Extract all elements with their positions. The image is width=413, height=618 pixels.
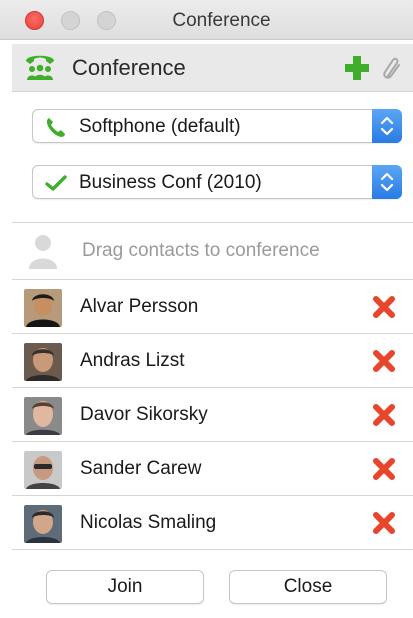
paperclip-icon[interactable] xyxy=(380,54,404,84)
remove-icon[interactable] xyxy=(371,510,397,536)
chevron-updown-icon xyxy=(380,116,394,136)
avatar xyxy=(24,343,62,381)
participant-row[interactable]: Andras Lizst xyxy=(12,334,413,388)
close-button[interactable]: Close xyxy=(229,570,387,604)
remove-icon[interactable] xyxy=(371,348,397,374)
conference-header: Conference xyxy=(12,44,413,92)
conference-window: Conference Conference Softphone (default… xyxy=(0,0,413,618)
participant-row[interactable]: Alvar Persson xyxy=(12,280,413,334)
drag-hint: Drag contacts to conference xyxy=(82,240,320,261)
remove-icon[interactable] xyxy=(371,402,397,428)
remove-icon[interactable] xyxy=(371,294,397,320)
participant-row[interactable]: Sander Carew xyxy=(12,442,413,496)
title-bar: Conference xyxy=(0,0,413,40)
window-title: Conference xyxy=(172,10,271,31)
add-participant-button[interactable] xyxy=(343,54,371,82)
participant-row[interactable]: Davor Sikorsky xyxy=(12,388,413,442)
checkmark-icon xyxy=(45,175,67,191)
chevron-updown-icon xyxy=(380,172,394,192)
phone-select-stepper[interactable] xyxy=(372,109,402,143)
avatar xyxy=(24,505,62,543)
avatar xyxy=(24,289,62,327)
participant-row[interactable]: Nicolas Smaling xyxy=(12,496,413,550)
participant-name: Alvar Persson xyxy=(80,296,199,317)
drag-drop-area[interactable]: Drag contacts to conference xyxy=(12,223,413,279)
participant-list: Alvar Persson Andras Lizst Davor Sikorsk… xyxy=(12,280,413,550)
phone-icon xyxy=(46,118,65,137)
phone-select-value: Softphone (default) xyxy=(79,116,241,137)
participant-name: Nicolas Smaling xyxy=(80,512,217,533)
bridge-select[interactable]: Business Conf (2010) xyxy=(32,165,402,199)
join-button[interactable]: Join xyxy=(46,570,204,604)
avatar xyxy=(24,397,62,435)
participant-name: Davor Sikorsky xyxy=(80,404,208,425)
avatar xyxy=(24,451,62,489)
remove-icon[interactable] xyxy=(371,456,397,482)
person-placeholder-icon xyxy=(29,235,57,269)
header-title: Conference xyxy=(72,55,186,80)
phone-select[interactable]: Softphone (default) xyxy=(32,109,402,143)
participant-name: Sander Carew xyxy=(80,458,202,479)
participant-name: Andras Lizst xyxy=(80,350,185,371)
bridge-select-stepper[interactable] xyxy=(372,165,402,199)
bridge-select-value: Business Conf (2010) xyxy=(79,172,262,193)
conference-icon xyxy=(26,55,54,80)
